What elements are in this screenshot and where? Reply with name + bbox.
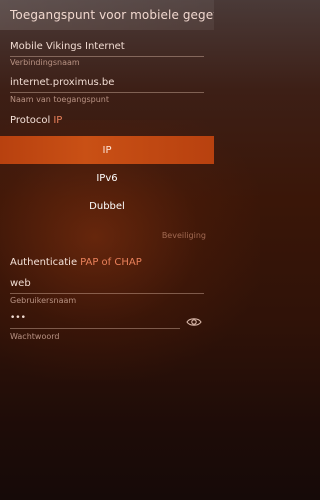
security-section-header: Beveiliging [161,231,206,240]
protocol-value: IP [53,115,63,126]
access-point-name-underline [10,92,204,93]
username-label: Gebruikersnaam [10,296,77,305]
authentication-label: Authenticatie [10,257,78,268]
password-underline [10,328,180,329]
password-input[interactable]: ••• [10,313,26,323]
authentication-value: PAP of CHAP [80,257,142,268]
apn-settings-page: Toegangspunt voor mobiele gegevens Mobil… [0,0,214,500]
connection-name-input[interactable]: Mobile Vikings Internet [10,41,125,52]
authentication-combobox[interactable]: Authenticatie PAP of CHAP [10,257,142,268]
access-point-name-input[interactable]: internet.proximus.be [10,77,114,88]
username-underline [10,293,204,294]
password-label: Wachtwoord [10,332,60,341]
eye-icon[interactable] [186,313,202,326]
username-input[interactable]: web [10,278,31,289]
page-header: Toegangspunt voor mobiele gegevens [0,0,214,30]
connection-name-underline [10,56,204,57]
protocol-combobox[interactable]: Protocol IP [10,115,62,126]
protocol-option-ip[interactable]: IP [0,136,214,164]
protocol-option-dual[interactable]: Dubbel [0,192,214,220]
protocol-option-ipv6[interactable]: IPv6 [0,164,214,192]
protocol-label: Protocol [10,115,51,126]
page-title: Toegangspunt voor mobiele gegevens [10,8,214,22]
connection-name-label: Verbindingsnaam [10,58,80,67]
protocol-menu: IP IPv6 Dubbel [0,134,214,218]
access-point-name-label: Naam van toegangspunt [10,95,109,104]
